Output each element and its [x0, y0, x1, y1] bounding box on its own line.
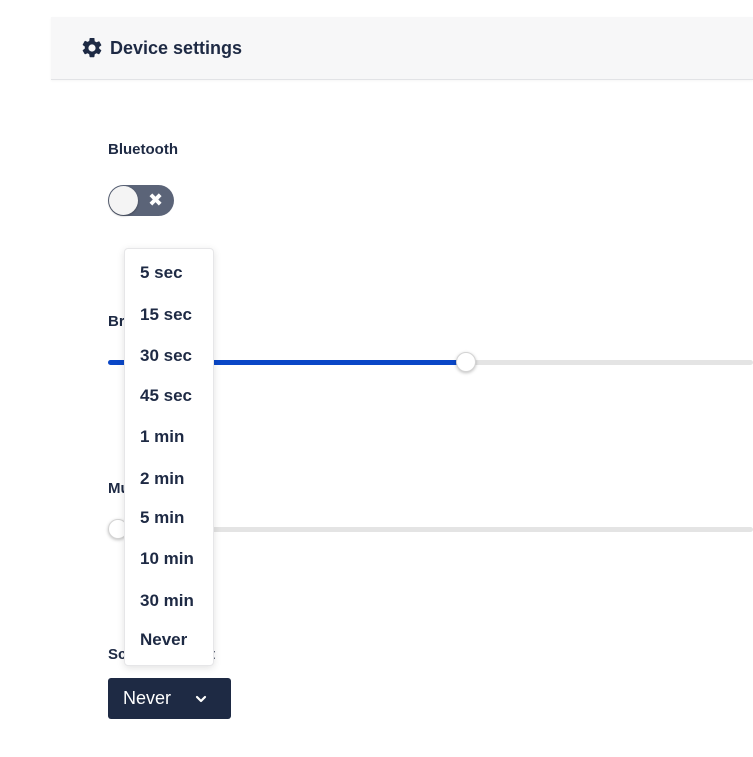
dropdown-option[interactable]: 5 min — [140, 508, 184, 528]
dropdown-option[interactable]: 5 sec — [140, 263, 183, 283]
bluetooth-toggle[interactable]: ✖ — [108, 185, 174, 216]
chevron-down-icon — [195, 695, 207, 703]
dropdown-option[interactable]: 30 sec — [140, 346, 192, 366]
gear-icon — [82, 37, 102, 58]
dropdown-option[interactable]: 45 sec — [140, 386, 192, 406]
screen-timeout-dropdown: 5 sec 15 sec 30 sec 45 sec 1 min 2 min 5… — [124, 248, 214, 666]
settings-header: Device settings — [51, 17, 753, 80]
screen-timeout-select[interactable]: Never — [108, 678, 231, 719]
dropdown-option[interactable]: 15 sec — [140, 305, 192, 325]
page-title: Device settings — [110, 37, 243, 58]
brightness-label: Br — [108, 313, 125, 330]
dropdown-option[interactable]: Never — [140, 630, 187, 650]
dropdown-option[interactable]: 10 min — [140, 549, 194, 569]
bluetooth-label: Bluetooth — [108, 141, 178, 158]
dropdown-option[interactable]: 30 min — [140, 591, 194, 611]
dropdown-option[interactable]: 2 min — [140, 469, 184, 489]
select-value: Never — [123, 688, 172, 708]
toggle-knob — [109, 186, 138, 215]
dropdown-option[interactable]: 1 min — [140, 427, 184, 447]
close-icon: ✖ — [148, 190, 164, 210]
slider-thumb[interactable] — [456, 352, 476, 372]
